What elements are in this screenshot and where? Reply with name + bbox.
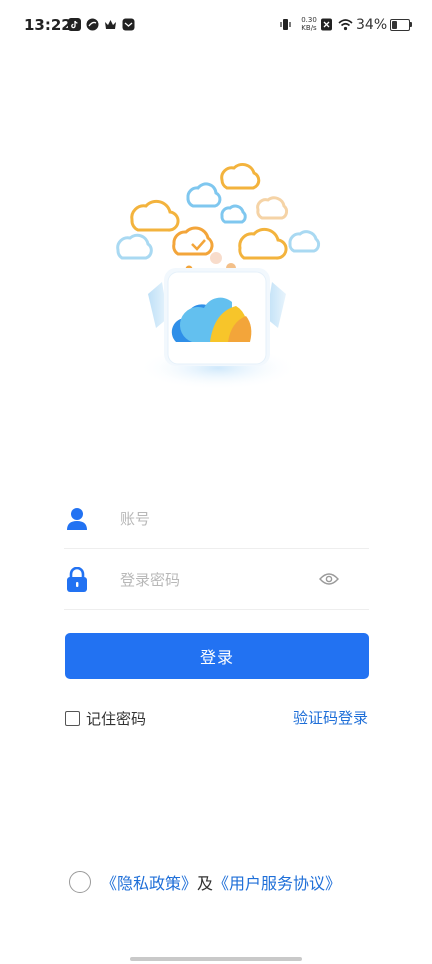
battery-percent: 34% xyxy=(356,17,388,33)
net-speed-value: 0.30 xyxy=(301,16,317,24)
password-row xyxy=(64,549,369,610)
status-time: 13:22 xyxy=(24,16,72,34)
account-input[interactable] xyxy=(118,504,322,534)
sim-off-icon xyxy=(321,18,332,31)
net-speed-unit: KB/s xyxy=(301,24,317,32)
tiktok-icon xyxy=(68,18,81,31)
remember-password-toggle[interactable]: 记住密码 xyxy=(65,707,146,729)
battery-icon xyxy=(390,19,410,31)
verification-code-login-link[interactable]: 验证码登录 xyxy=(293,707,368,728)
lock-icon xyxy=(67,567,87,592)
home-indicator[interactable] xyxy=(130,957,302,961)
agreement-and-text: 及 xyxy=(197,874,214,893)
agreement-radio[interactable] xyxy=(69,871,91,893)
user-service-agreement-link[interactable]: 《用户服务协议》 xyxy=(213,870,341,894)
crown-icon xyxy=(105,20,116,29)
remember-password-checkbox[interactable] xyxy=(65,710,80,726)
battery-tip xyxy=(410,22,412,27)
cloud-hero-illustration xyxy=(116,163,321,390)
app-icon xyxy=(86,18,99,31)
remember-password-label: 记住密码 xyxy=(86,709,147,728)
show-password-eye-icon[interactable] xyxy=(319,571,339,587)
agreement-row: 《隐私政策》 及 《用户服务协议》 xyxy=(69,870,341,894)
cloud-doodle-icons xyxy=(116,163,321,260)
notification-icon xyxy=(122,18,135,31)
account-row xyxy=(64,488,369,549)
doodle-check-icon xyxy=(191,239,206,251)
user-icon xyxy=(67,508,87,530)
login-button[interactable]: 登录 xyxy=(65,633,369,679)
status-bar: 13:22 0.30 KB/s 34% xyxy=(0,0,432,50)
wifi-icon xyxy=(338,19,353,31)
vibrate-icon xyxy=(280,19,291,30)
battery-level-fill xyxy=(392,21,397,29)
privacy-policy-link[interactable]: 《隐私政策》 xyxy=(101,870,197,894)
password-input[interactable] xyxy=(118,565,322,595)
